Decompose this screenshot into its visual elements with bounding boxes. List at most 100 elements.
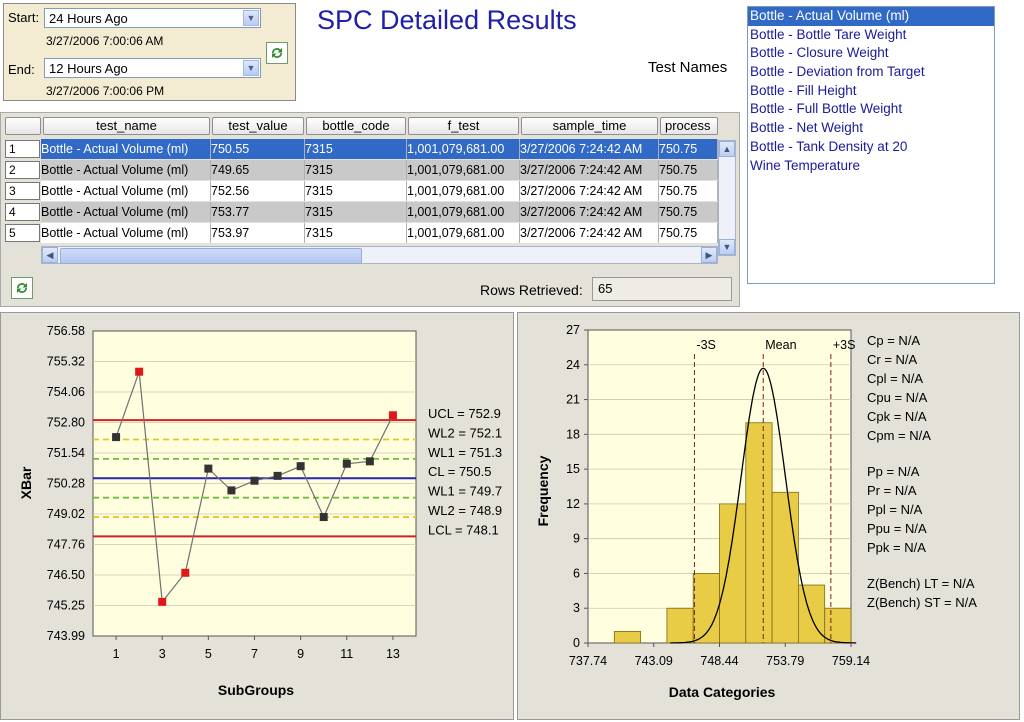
cell-test-value[interactable]: 753.77 bbox=[211, 202, 305, 222]
cell-sample-time[interactable]: 3/27/2006 7:24:42 AM bbox=[520, 139, 659, 159]
row-number: 1 bbox=[5, 140, 40, 158]
xbar-x-axis-label: SubGroups bbox=[218, 682, 294, 698]
data-point bbox=[296, 462, 305, 471]
y-tick-label: 15 bbox=[566, 462, 580, 476]
list-item[interactable]: Bottle - Deviation from Target bbox=[748, 63, 994, 82]
data-point bbox=[204, 464, 213, 473]
marker-label: -3S bbox=[696, 338, 715, 352]
data-point bbox=[342, 459, 351, 468]
y-tick-label: 750.28 bbox=[47, 477, 85, 491]
y-tick-label: 752.80 bbox=[47, 416, 85, 430]
cell-test-value[interactable]: 753.97 bbox=[211, 223, 305, 243]
row-number: 2 bbox=[5, 161, 40, 179]
cell-f-test[interactable]: 1,001,079,681.00 bbox=[407, 202, 520, 222]
list-item[interactable]: Bottle - Bottle Tare Weight bbox=[748, 26, 994, 45]
data-point bbox=[135, 367, 144, 376]
end-label: End: bbox=[8, 62, 35, 77]
cell-bottle-code[interactable]: 7315 bbox=[305, 202, 407, 222]
y-tick-label: 747.76 bbox=[47, 538, 85, 552]
stat-ppl: Ppl = N/A bbox=[867, 502, 923, 517]
cell-bottle-code[interactable]: 7315 bbox=[305, 139, 407, 159]
start-label: Start: bbox=[8, 10, 40, 25]
cell-process[interactable]: 750.75 bbox=[659, 202, 718, 222]
data-point bbox=[158, 597, 167, 606]
cell-sample-time[interactable]: 3/27/2006 7:24:42 AM bbox=[520, 160, 659, 180]
data-point bbox=[319, 513, 328, 522]
limit-label: WL2 = 752.1 bbox=[428, 425, 502, 440]
list-item[interactable]: Bottle - Net Weight bbox=[748, 119, 994, 138]
arrow-right-icon[interactable]: ▶ bbox=[701, 247, 717, 263]
column-header[interactable]: test_value bbox=[212, 117, 304, 135]
horizontal-scrollbar[interactable]: ◀ ▶ bbox=[41, 246, 718, 264]
chevron-down-icon[interactable]: ▼ bbox=[243, 60, 259, 76]
limit-label: WL1 = 751.3 bbox=[428, 445, 502, 460]
grid-refresh-button[interactable] bbox=[11, 277, 33, 299]
list-item[interactable]: Bottle - Actual Volume (ml) bbox=[748, 7, 994, 26]
column-header[interactable]: f_test bbox=[408, 117, 519, 135]
column-header[interactable]: bottle_code bbox=[306, 117, 406, 135]
arrow-down-icon[interactable]: ▼ bbox=[719, 239, 735, 255]
chevron-down-icon[interactable]: ▼ bbox=[243, 10, 259, 26]
hist-x-axis-label: Data Categories bbox=[669, 684, 776, 700]
column-header[interactable]: test_name bbox=[43, 117, 210, 135]
stat-cpk: Cpk = N/A bbox=[867, 409, 927, 424]
cell-test-name[interactable]: Bottle - Actual Volume (ml) bbox=[41, 202, 211, 222]
xbar-chart-panel: 756.58 755.32 754.06 752.80 751.54 750.28 749.… bbox=[0, 312, 514, 720]
arrow-left-icon[interactable]: ◀ bbox=[42, 247, 58, 263]
cell-f-test[interactable]: 1,001,079,681.00 bbox=[407, 223, 520, 243]
list-item[interactable]: Bottle - Fill Height bbox=[748, 82, 994, 101]
cell-test-name[interactable]: Bottle - Actual Volume (ml) bbox=[41, 223, 211, 243]
cell-process[interactable]: 750.75 bbox=[659, 223, 718, 243]
end-select[interactable]: 12 Hours Ago ▼ bbox=[44, 58, 261, 78]
stat-zbench-lt: Z(Bench) LT = N/A bbox=[867, 576, 975, 591]
cell-test-name[interactable]: Bottle - Actual Volume (ml) bbox=[41, 181, 211, 201]
cell-sample-time[interactable]: 3/27/2006 7:24:42 AM bbox=[520, 181, 659, 201]
refresh-button[interactable] bbox=[266, 42, 288, 64]
start-select[interactable]: 24 Hours Ago ▼ bbox=[44, 8, 261, 28]
cell-process[interactable]: 750.75 bbox=[659, 181, 718, 201]
cell-sample-time[interactable]: 3/27/2006 7:24:42 AM bbox=[520, 202, 659, 222]
column-header[interactable]: process bbox=[660, 117, 718, 135]
cell-test-value[interactable]: 752.56 bbox=[211, 181, 305, 201]
x-tick-label: 13 bbox=[386, 647, 400, 661]
cell-test-value[interactable]: 750.55 bbox=[211, 139, 305, 159]
data-point bbox=[112, 433, 121, 442]
arrow-up-icon[interactable]: ▲ bbox=[719, 141, 735, 157]
x-tick-label: 743.09 bbox=[635, 654, 673, 668]
marker-label: +3S bbox=[833, 338, 856, 352]
cell-process[interactable]: 750.75 bbox=[659, 139, 718, 159]
cell-bottle-code[interactable]: 7315 bbox=[305, 160, 407, 180]
marker-label: Mean bbox=[765, 338, 796, 352]
column-header[interactable]: sample_time bbox=[521, 117, 658, 135]
end-select-value: 12 Hours Ago bbox=[49, 61, 128, 76]
x-tick-label: 753.79 bbox=[766, 654, 804, 668]
cell-sample-time[interactable]: 3/27/2006 7:24:42 AM bbox=[520, 223, 659, 243]
cell-f-test[interactable]: 1,001,079,681.00 bbox=[407, 181, 520, 201]
cell-bottle-code[interactable]: 7315 bbox=[305, 223, 407, 243]
y-tick-label: 755.32 bbox=[47, 355, 85, 369]
y-tick-label: 12 bbox=[566, 497, 580, 511]
stat-ppu: Ppu = N/A bbox=[867, 521, 927, 536]
cell-test-name[interactable]: Bottle - Actual Volume (ml) bbox=[41, 139, 211, 159]
rows-retrieved-value: 65 bbox=[592, 277, 732, 301]
limit-label: CL = 750.5 bbox=[428, 464, 491, 479]
list-item[interactable]: Bottle - Closure Weight bbox=[748, 44, 994, 63]
cell-f-test[interactable]: 1,001,079,681.00 bbox=[407, 160, 520, 180]
cell-process[interactable]: 750.75 bbox=[659, 160, 718, 180]
scrollbar-thumb[interactable] bbox=[60, 248, 362, 264]
y-tick-label: 749.02 bbox=[47, 507, 85, 521]
x-tick-label: 5 bbox=[205, 647, 212, 661]
histogram-bar bbox=[824, 607, 852, 644]
cell-test-value[interactable]: 749.65 bbox=[211, 160, 305, 180]
limit-label: WL2 = 748.9 bbox=[428, 503, 502, 518]
cell-bottle-code[interactable]: 7315 bbox=[305, 181, 407, 201]
list-item[interactable]: Bottle - Full Bottle Weight bbox=[748, 100, 994, 119]
list-item[interactable]: Wine Temperature bbox=[748, 157, 994, 176]
cell-f-test[interactable]: 1,001,079,681.00 bbox=[407, 139, 520, 159]
stat-cpl: Cpl = N/A bbox=[867, 371, 923, 386]
cell-test-name[interactable]: Bottle - Actual Volume (ml) bbox=[41, 160, 211, 180]
y-tick-label: 18 bbox=[566, 427, 580, 441]
vertical-scrollbar[interactable]: ▲ ▼ bbox=[718, 140, 736, 256]
test-names-list[interactable]: Bottle - Actual Volume (ml) Bottle - Bot… bbox=[747, 6, 995, 284]
list-item[interactable]: Bottle - Tank Density at 20 bbox=[748, 138, 994, 157]
